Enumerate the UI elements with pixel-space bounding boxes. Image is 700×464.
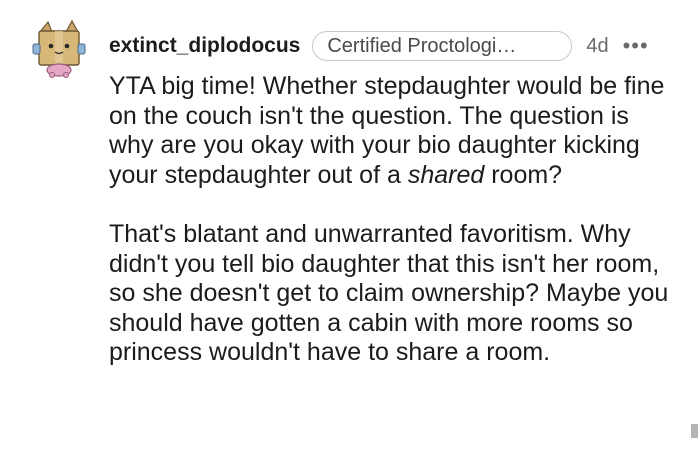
- username-link[interactable]: extinct_diplodocus: [109, 34, 300, 58]
- scrollbar-thumb[interactable]: [691, 424, 698, 438]
- comment-header: extinct_diplodocus Certified Proctologi……: [109, 30, 649, 62]
- paragraph-1-emphasis: shared: [407, 160, 485, 189]
- comment-age: 4d: [586, 34, 609, 57]
- cardboard-box-avatar-icon: [32, 19, 86, 78]
- comment-paragraph-1: YTA big time! Whether stepdaughter would…: [109, 72, 679, 190]
- user-flair-badge: Certified Proctologi…: [312, 31, 573, 61]
- user-avatar[interactable]: [30, 18, 88, 78]
- comment-body: YTA big time! Whether stepdaughter would…: [109, 72, 679, 368]
- paragraph-1-tail: room?: [484, 160, 563, 189]
- paragraph-1-text: YTA big time! Whether stepdaughter would…: [109, 72, 665, 189]
- more-options-icon[interactable]: •••: [623, 33, 649, 59]
- comment-paragraph-2: That's blatant and unwarranted favoritis…: [109, 220, 669, 366]
- comment: extinct_diplodocus Certified Proctologi……: [0, 0, 700, 464]
